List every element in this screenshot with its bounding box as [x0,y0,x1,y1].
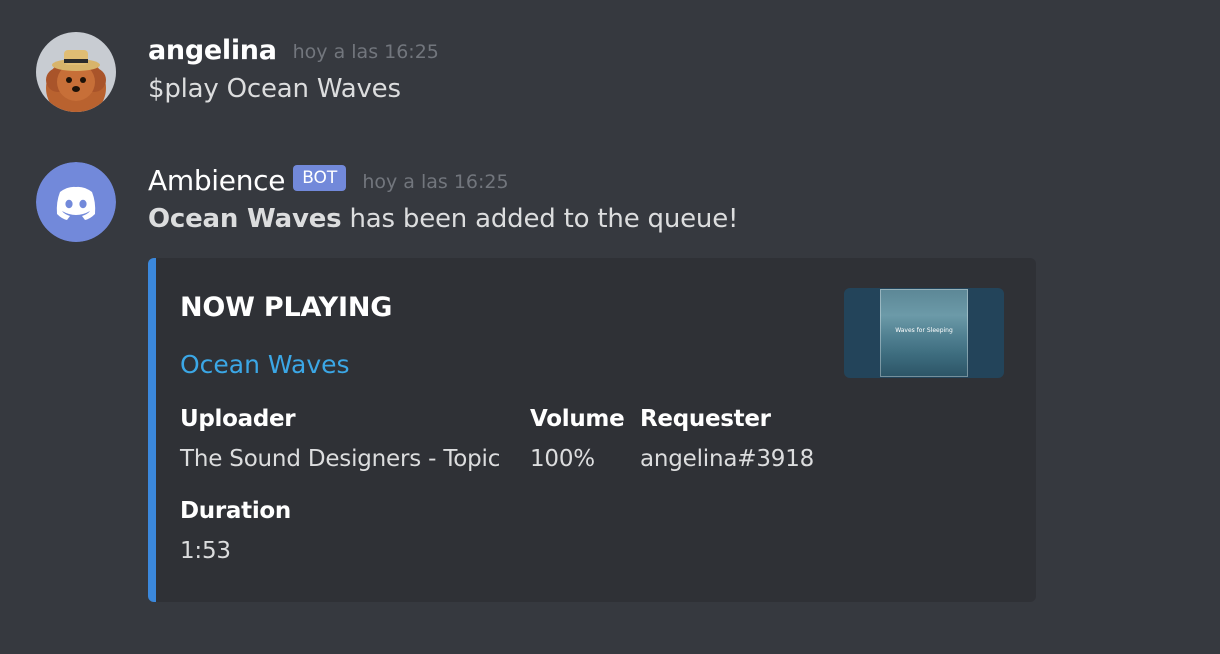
user-avatar[interactable] [36,32,116,112]
discord-logo-icon [36,162,116,242]
dog-with-hat-avatar-icon [36,32,116,112]
album-cover-text: Waves for Sleeping [895,327,953,334]
embed-song-link[interactable]: Ocean Waves [180,350,350,379]
now-playing-embed: NOW PLAYING Ocean Waves Uploader The Sou… [148,258,1036,602]
bot-tag-badge: BOT [293,165,347,191]
embed-title: NOW PLAYING [180,292,393,323]
album-cover-image: Waves for Sleeping [880,289,968,377]
timestamp: hoy a las 16:25 [292,41,439,63]
message-text: has been added to the queue! [341,204,739,234]
username[interactable]: angelina [148,35,277,66]
field-requester: Requester angelina#3918 [640,404,814,474]
field-duration: Duration 1:53 [180,496,291,566]
chat-messages: angelina hoy a las 16:25 $play Ocean Wav… [0,0,1220,654]
field-name: Uploader [180,406,296,432]
username[interactable]: Ambience [148,164,285,197]
field-name: Volume [530,406,625,432]
field-value: angelina#3918 [640,446,815,472]
message-content: $play Ocean Waves [148,74,401,104]
embed-thumbnail[interactable]: Waves for Sleeping [844,288,1004,378]
field-value: The Sound Designers - Topic [180,446,501,472]
field-value: 100% [530,446,595,472]
field-name: Requester [640,406,771,432]
timestamp: hoy a las 16:25 [362,171,509,193]
song-title-bold: Ocean Waves [148,204,342,234]
bot-avatar[interactable] [36,162,116,242]
field-name: Duration [180,498,291,524]
field-uploader: Uploader The Sound Designers - Topic [180,404,500,474]
field-value: 1:53 [180,538,231,564]
message-header: angelina hoy a las 16:25 [148,30,439,70]
message-header: Ambience BOT hoy a las 16:25 [148,160,509,200]
field-volume: Volume 100% [530,404,625,474]
message-content: Ocean Waves has been added to the queue! [148,204,738,234]
